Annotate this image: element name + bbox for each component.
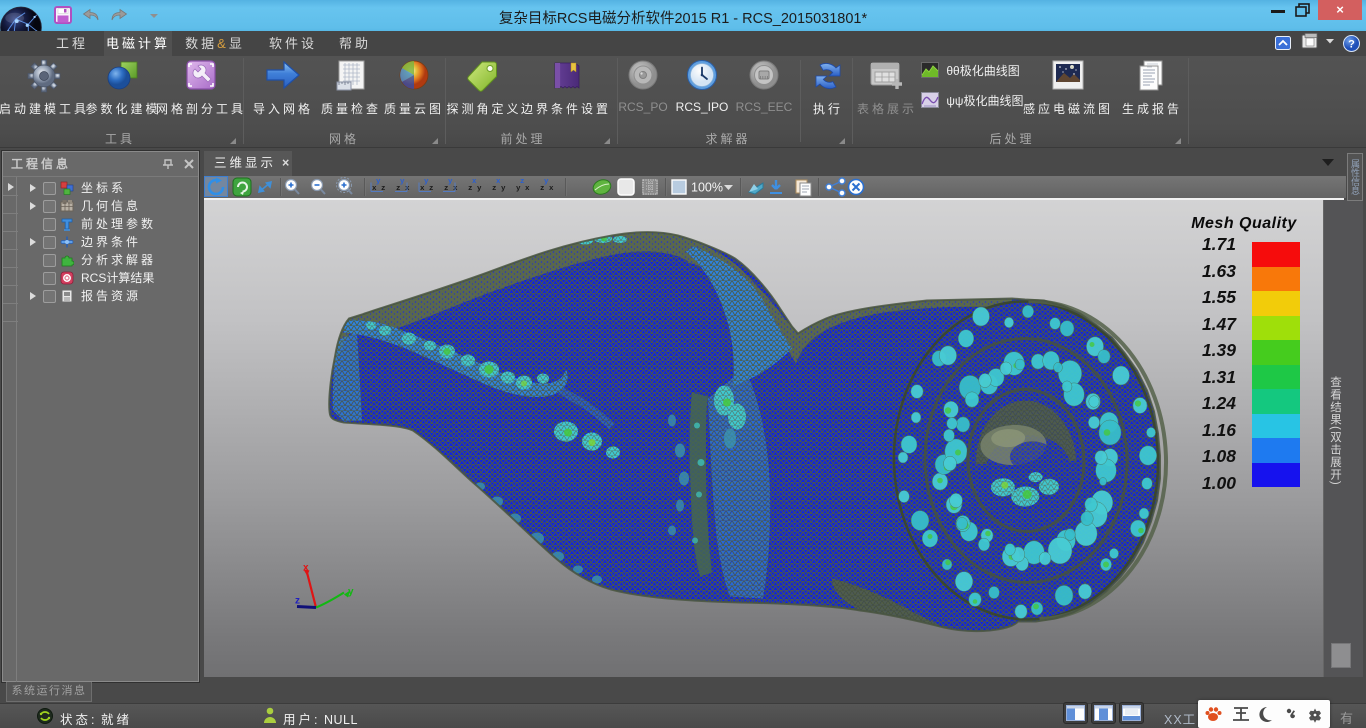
svg-text:x: x <box>472 178 477 186</box>
svg-text:y: y <box>400 178 405 186</box>
svg-text:100%: 100% <box>691 181 723 195</box>
svg-text:y: y <box>376 178 381 186</box>
svg-text:x: x <box>496 178 501 186</box>
svg-text:z y: z y <box>468 185 482 193</box>
svg-text:y x: y x <box>516 185 530 193</box>
svg-text:z y: z y <box>492 185 506 193</box>
svg-text:z x: z x <box>540 185 554 193</box>
svg-text:x: x <box>303 562 309 573</box>
svg-text:y: y <box>424 178 429 186</box>
svg-text:y: y <box>544 178 549 186</box>
svg-text:y: y <box>448 178 453 186</box>
svg-text:z: z <box>295 595 300 606</box>
svg-text:z: z <box>520 178 525 186</box>
svg-text:?: ? <box>1348 39 1355 51</box>
svg-text:y: y <box>348 586 354 597</box>
